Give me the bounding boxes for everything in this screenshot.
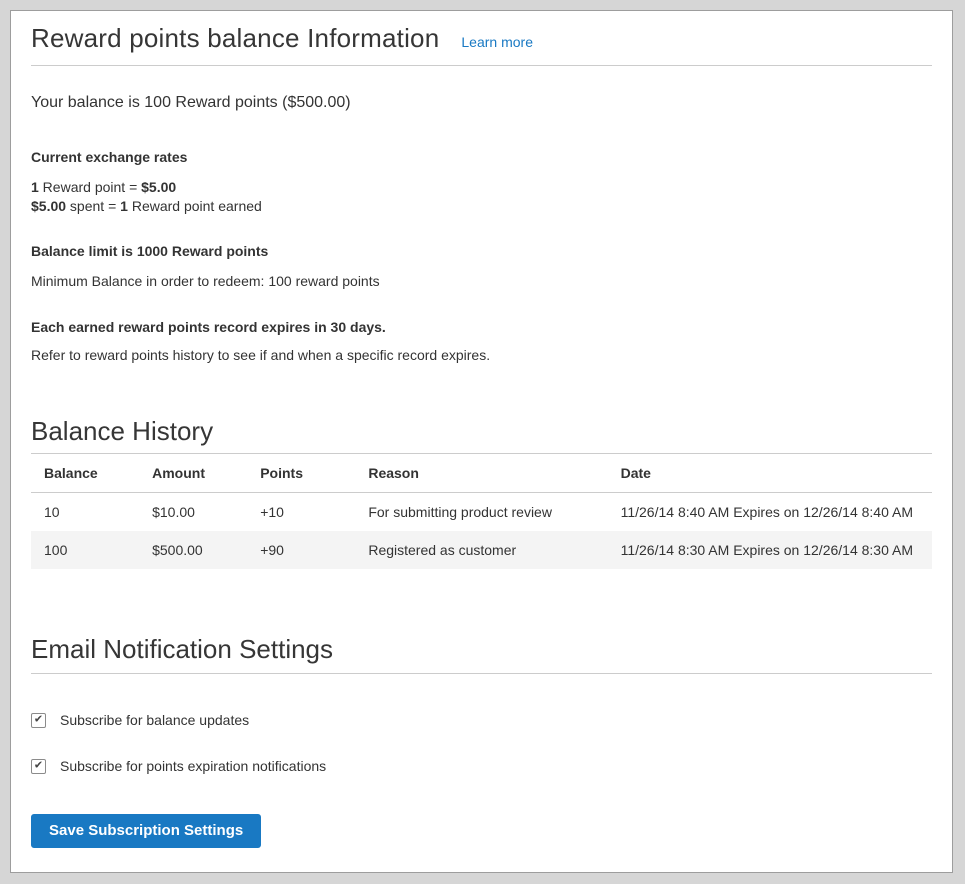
column-header-date: Date: [608, 454, 932, 493]
check-icon: ✔: [34, 760, 43, 771]
cell-date: 11/26/14 8:30 AM Expires on 12/26/14 8:3…: [608, 531, 932, 569]
email-notification-heading: Email Notification Settings: [31, 635, 932, 665]
cell-reason: For submitting product review: [355, 493, 607, 532]
cell-date: 11/26/14 8:40 AM Expires on 12/26/14 8:4…: [608, 493, 932, 532]
reward-points-page: Reward points balance Information Learn m…: [10, 10, 953, 873]
table-row: 100 $500.00 +90 Registered as customer 1…: [31, 531, 932, 569]
exchange-rates: 1 Reward point = $5.00 $5.00 spent = 1 R…: [31, 178, 932, 216]
expiration-notifications-label: Subscribe for points expiration notifica…: [60, 758, 326, 774]
column-header-reason: Reason: [355, 454, 607, 493]
table-body: 10 $10.00 +10 For submitting product rev…: [31, 493, 932, 570]
subscribe-balance-updates-option[interactable]: ✔ Subscribe for balance updates: [31, 712, 932, 728]
cell-points: +10: [247, 493, 355, 532]
column-header-points: Points: [247, 454, 355, 493]
balance-limit-note: Balance limit is 1000 Reward points: [31, 243, 932, 259]
cell-balance: 100: [31, 531, 139, 569]
save-subscription-settings-button[interactable]: Save Subscription Settings: [31, 814, 261, 848]
balance-history-section: Balance History: [31, 417, 932, 447]
column-header-amount: Amount: [139, 454, 247, 493]
table-row: 10 $10.00 +10 For submitting product rev…: [31, 493, 932, 532]
balance-summary: Your balance is 100 Reward points ($500.…: [31, 94, 932, 112]
minimum-balance-note: Minimum Balance in order to redeem: 100 …: [31, 273, 932, 289]
rate1-value: $5.00: [141, 179, 176, 195]
exchange-rates-heading: Current exchange rates: [31, 149, 932, 165]
balance-history-table: Balance Amount Points Reason Date 10 $10…: [31, 453, 932, 569]
table-header: Balance Amount Points Reason Date: [31, 454, 932, 493]
expiration-notifications-checkbox[interactable]: ✔: [31, 759, 46, 774]
cell-balance: 10: [31, 493, 139, 532]
expiration-notice: Each earned reward points record expires…: [31, 319, 932, 335]
exchange-rate-line-1: 1 Reward point = $5.00: [31, 178, 932, 197]
rate1-text: Reward point =: [39, 179, 141, 195]
page-title-row: Reward points balance Information Learn m…: [31, 24, 932, 66]
subscribe-expiration-notifications-option[interactable]: ✔ Subscribe for points expiration notifi…: [31, 758, 932, 774]
rate2-points: 1: [120, 198, 128, 214]
rate2-text: spent =: [66, 198, 120, 214]
rate2-suffix: Reward point earned: [128, 198, 262, 214]
check-icon: ✔: [34, 714, 43, 725]
cell-amount: $10.00: [139, 493, 247, 532]
balance-updates-label: Subscribe for balance updates: [60, 712, 249, 728]
cell-reason: Registered as customer: [355, 531, 607, 569]
balance-updates-checkbox[interactable]: ✔: [31, 713, 46, 728]
email-notification-section: Email Notification Settings: [31, 635, 932, 674]
rate2-value: $5.00: [31, 198, 66, 214]
exchange-rate-line-2: $5.00 spent = 1 Reward point earned: [31, 197, 932, 216]
cell-amount: $500.00: [139, 531, 247, 569]
learn-more-link[interactable]: Learn more: [461, 34, 533, 50]
rate1-points: 1: [31, 179, 39, 195]
balance-history-heading: Balance History: [31, 417, 932, 447]
expiration-note: Refer to reward points history to see if…: [31, 347, 932, 363]
table-header-row: Balance Amount Points Reason Date: [31, 454, 932, 493]
cell-points: +90: [247, 531, 355, 569]
page-title: Reward points balance Information: [31, 23, 439, 53]
column-header-balance: Balance: [31, 454, 139, 493]
